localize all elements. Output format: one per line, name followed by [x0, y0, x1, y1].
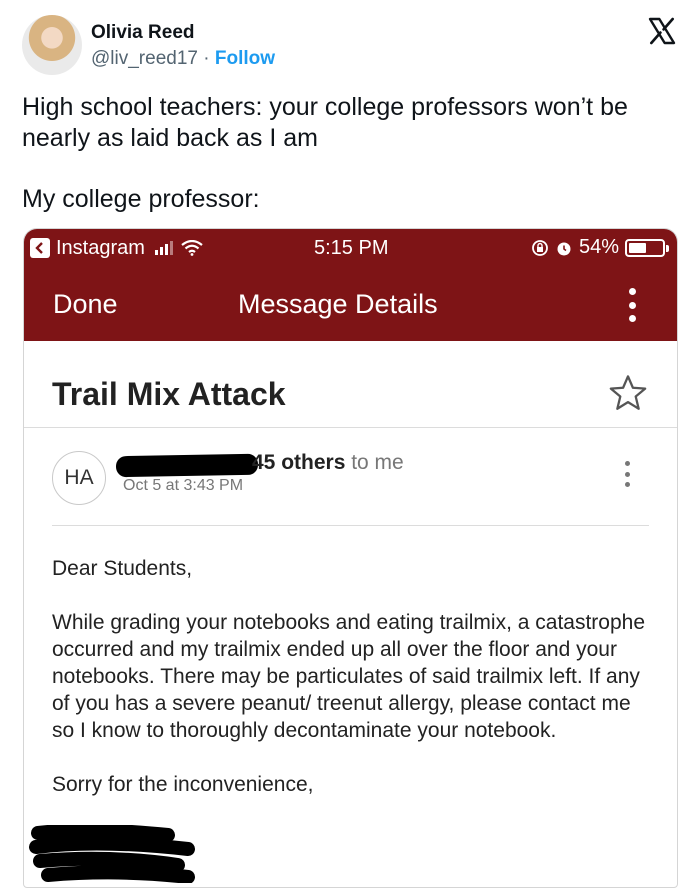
back-arrow-icon [30, 238, 50, 258]
battery-fill [629, 242, 647, 253]
nav-title: Message Details [238, 289, 438, 319]
separator-dot: · [197, 48, 215, 69]
done-button[interactable]: Done [53, 289, 118, 320]
embedded-screenshot[interactable]: Instagram 5:15 PM 54% Done Message Detai… [23, 228, 678, 888]
author-handle[interactable]: @liv_reed17 [91, 48, 198, 69]
nav-bar: Done Message Details [24, 267, 677, 341]
status-bar: Instagram 5:15 PM 54% [24, 229, 677, 267]
signature-redaction [29, 825, 195, 883]
email-paragraph: While grading your notebooks and eating … [52, 611, 646, 742]
lock-rotation-icon [532, 239, 548, 256]
more-vertical-icon[interactable] [625, 461, 631, 487]
more-vertical-icon[interactable] [629, 288, 637, 322]
signal-icon [154, 241, 173, 255]
tweet-text-second: My college professor: [22, 185, 260, 213]
email-subject: Trail Mix Attack [52, 376, 286, 412]
sender-avatar[interactable]: HA [52, 451, 106, 505]
status-time: 5:15 PM [314, 237, 389, 259]
wifi-icon [181, 240, 203, 256]
x-logo-icon[interactable] [646, 15, 678, 47]
author-avatar[interactable] [22, 15, 82, 75]
email-date: Oct 5 at 3:43 PM [123, 477, 244, 494]
author-handle-row: @liv_reed17 · Follow [91, 48, 275, 70]
recipients-line[interactable]: 45 others to me [252, 451, 404, 475]
status-right: 54% [531, 236, 669, 259]
back-to-app-label: Instagram [56, 236, 145, 259]
battery-icon [625, 238, 669, 257]
recipients-suffix: to me [345, 451, 404, 474]
battery-percent: 54% [578, 236, 619, 258]
redaction-mark [115, 453, 259, 478]
divider [24, 427, 677, 428]
recipients-others: 45 others [252, 451, 346, 474]
email-greeting: Dear Students, [52, 557, 193, 580]
email-closing: Sorry for the inconvenience, [52, 773, 314, 796]
alarm-icon [557, 242, 571, 255]
divider [52, 525, 649, 526]
tweet-text: High school teachers: your college profe… [22, 93, 628, 152]
email-body: Dear Students, While grading your notebo… [52, 555, 652, 798]
star-icon[interactable] [607, 372, 649, 414]
author-name[interactable]: Olivia Reed [91, 22, 195, 44]
follow-button[interactable]: Follow [215, 48, 275, 69]
